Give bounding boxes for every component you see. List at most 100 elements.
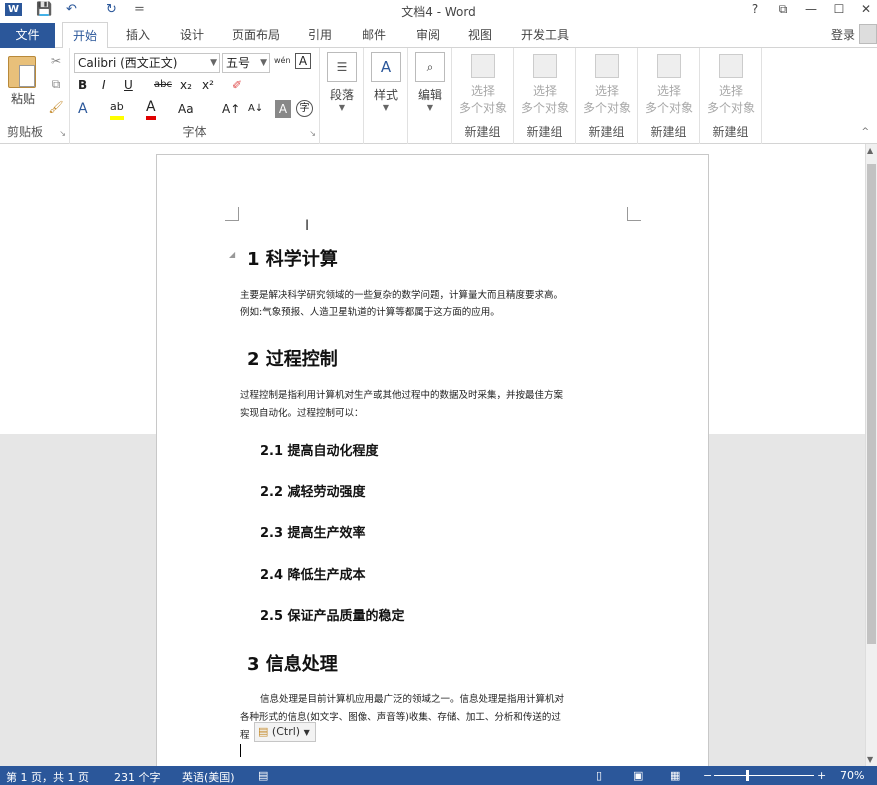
- user-avatar[interactable]: [859, 24, 877, 44]
- print-layout-icon[interactable]: ▣: [633, 769, 643, 782]
- superscript-button[interactable]: x²: [202, 76, 214, 94]
- page-count[interactable]: 第 1 页，共 1 页: [6, 769, 89, 785]
- button-label: 多个对象: [458, 101, 507, 115]
- button-label: 多个对象: [706, 101, 755, 115]
- tab-design[interactable]: 设计: [180, 26, 204, 43]
- document-workspace: ◢ 1 科学计算 主要是解决科学研究领域的一些复杂的数学问题，计算量大而且精度要…: [0, 144, 865, 766]
- scroll-up-icon[interactable]: ▲: [867, 146, 873, 155]
- styles-button[interactable]: A 样式 ▼: [370, 52, 402, 112]
- button-label: 选择: [470, 84, 495, 98]
- title-bar: W 💾 ↶ ↻ = 文档4 - Word ? ⧉ — ☐ ✕: [0, 0, 877, 22]
- ribbon-tabs: 文件 开始 插入 设计 页面布局 引用 邮件 审阅 视图 开发工具 登录: [0, 22, 877, 49]
- document-page[interactable]: ◢ 1 科学计算 主要是解决科学研究领域的一些复杂的数学问题，计算量大而且精度要…: [156, 154, 709, 766]
- tab-insert[interactable]: 插入: [126, 26, 150, 43]
- italic-button[interactable]: I: [102, 76, 106, 94]
- styles-group: A 样式 ▼: [364, 48, 408, 144]
- tab-file[interactable]: 文件: [0, 23, 55, 48]
- heading-2: 2 过程控制: [247, 349, 338, 370]
- paragraph-2-line-2: 实现自动化。过程控制可以：: [240, 408, 364, 419]
- dialog-launcher-icon[interactable]: ↘: [59, 129, 66, 138]
- tab-view[interactable]: 视图: [468, 26, 492, 43]
- heading-3: 3 信息处理: [247, 654, 338, 675]
- text-caret: [240, 744, 241, 757]
- maximize-button[interactable]: ☐: [828, 2, 850, 20]
- paragraph-1-line-2: 例如:气象预报、人造卫星轨道的计算等都属于这方面的应用。: [240, 307, 500, 318]
- paste-options-button[interactable]: ▤ (Ctrl) ▼: [254, 722, 316, 742]
- format-painter-icon[interactable]: 🖌: [47, 98, 65, 116]
- editing-group: ⌕ 编辑 ▼: [408, 48, 452, 144]
- ribbon-display-options-button[interactable]: ⧉: [772, 2, 794, 20]
- select-objects-icon: [595, 54, 619, 78]
- close-button[interactable]: ✕: [855, 2, 877, 20]
- enclose-characters-button[interactable]: 字: [296, 100, 313, 117]
- styles-icon: A: [371, 52, 401, 82]
- paste-icon[interactable]: [8, 56, 36, 88]
- zoom-in-button[interactable]: +: [817, 769, 826, 782]
- zoom-level[interactable]: 70%: [840, 769, 864, 782]
- vertical-scrollbar[interactable]: ▲ ▼: [865, 144, 877, 766]
- tab-review[interactable]: 审阅: [416, 26, 440, 43]
- button-label: 选择: [532, 84, 557, 98]
- underline-button[interactable]: U: [124, 76, 133, 94]
- button-label: 多个对象: [582, 101, 631, 115]
- select-multiple-objects-button[interactable]: 选择 多个对象: [578, 52, 636, 116]
- help-button[interactable]: ?: [744, 2, 766, 20]
- editing-label: 编辑: [417, 88, 442, 102]
- subscript-button[interactable]: x₂: [180, 76, 192, 94]
- zoom-out-button[interactable]: −: [703, 769, 712, 782]
- dialog-launcher-icon[interactable]: ↘: [309, 129, 316, 138]
- button-label: 选择: [594, 84, 619, 98]
- change-case-button[interactable]: Aa: [178, 100, 194, 118]
- select-multiple-objects-button[interactable]: 选择 多个对象: [454, 52, 512, 116]
- font-name-value: Calibri (西文正文): [78, 56, 178, 70]
- editing-button[interactable]: ⌕ 编辑 ▼: [414, 52, 446, 112]
- cut-icon[interactable]: ✂: [47, 52, 65, 70]
- select-multiple-objects-button[interactable]: 选择 多个对象: [702, 52, 760, 116]
- tab-home[interactable]: 开始: [62, 22, 109, 49]
- zoom-slider-thumb[interactable]: [746, 770, 749, 781]
- scroll-down-icon[interactable]: ▼: [867, 755, 873, 764]
- chevron-down-icon: ▼: [210, 58, 217, 68]
- paragraph-icon: ☰: [327, 52, 357, 82]
- read-mode-icon[interactable]: ▯: [596, 769, 602, 782]
- font-name-combo[interactable]: Calibri (西文正文) ▼: [74, 53, 220, 73]
- web-layout-icon[interactable]: ▦: [670, 769, 680, 782]
- zoom-slider[interactable]: [714, 775, 814, 776]
- shrink-font-button[interactable]: A↓: [248, 100, 263, 118]
- select-multiple-objects-button[interactable]: 选择 多个对象: [516, 52, 574, 116]
- paste-button[interactable]: 粘贴: [8, 90, 38, 108]
- grow-font-button[interactable]: A↑: [222, 100, 240, 118]
- new-group-label: 新建组: [650, 125, 687, 139]
- bold-button[interactable]: B: [78, 76, 87, 94]
- status-bar: 第 1 页，共 1 页 231 个字 英语(美国) ▤ ▯ ▣ ▦ − + 70…: [0, 766, 877, 785]
- tab-references[interactable]: 引用: [308, 26, 332, 43]
- font-size-value: 五号: [226, 56, 251, 70]
- character-shading-button[interactable]: A: [275, 100, 291, 118]
- proofing-icon[interactable]: ▤: [258, 769, 268, 782]
- new-group-2: 选择 多个对象 新建组: [514, 48, 576, 144]
- login-link[interactable]: 登录: [831, 26, 855, 43]
- paragraph-button[interactable]: ☰ 段落 ▼: [326, 52, 358, 112]
- paragraph-label: 段落: [329, 88, 354, 102]
- word-count[interactable]: 231 个字: [114, 769, 161, 785]
- strikethrough-button[interactable]: abc: [154, 76, 172, 94]
- text-effects-button[interactable]: A: [78, 100, 88, 118]
- tab-mailings[interactable]: 邮件: [362, 26, 386, 43]
- paragraph-2-line-1: 过程控制是指利用计算机对生产或其他过程中的数据及时采集，并按最佳方案: [240, 390, 564, 401]
- button-label: 选择: [718, 84, 743, 98]
- tab-developer[interactable]: 开发工具: [521, 26, 569, 43]
- scroll-thumb[interactable]: [867, 164, 876, 644]
- phonetic-guide-icon[interactable]: wén: [274, 52, 291, 70]
- highlight-color-button[interactable]: ab: [110, 98, 124, 120]
- select-multiple-objects-button[interactable]: 选择 多个对象: [640, 52, 698, 116]
- tab-page-layout[interactable]: 页面布局: [232, 26, 280, 43]
- character-border-icon[interactable]: A: [295, 53, 311, 69]
- collapse-ribbon-icon[interactable]: ^: [861, 127, 869, 137]
- copy-icon[interactable]: ⧉: [47, 75, 65, 93]
- clear-formatting-icon[interactable]: ✐: [232, 76, 242, 94]
- language[interactable]: 英语(美国): [182, 769, 235, 785]
- collapse-heading-icon[interactable]: ◢: [229, 250, 235, 259]
- minimize-button[interactable]: —: [800, 2, 822, 20]
- font-color-button[interactable]: A: [146, 98, 156, 120]
- font-size-combo[interactable]: 五号 ▼: [222, 53, 270, 73]
